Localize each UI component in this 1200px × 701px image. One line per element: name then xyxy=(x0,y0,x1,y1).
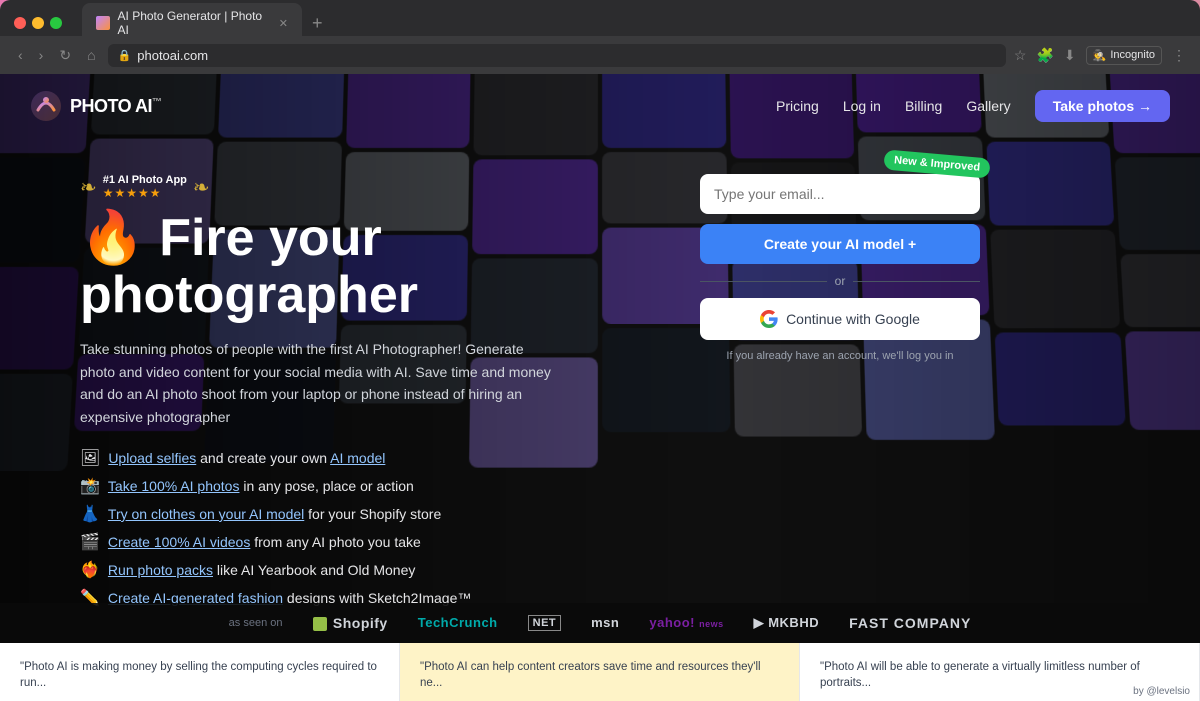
minimize-button[interactable] xyxy=(32,17,44,29)
award-badge: ❧ #1 AI Photo App ★★★★★ ❧ xyxy=(80,174,640,200)
feature-emoji: 👗 xyxy=(80,504,100,524)
feature-item: 🖼 Upload selfies and create your own AI … xyxy=(80,448,640,468)
feature-text: Run photo packs like AI Yearbook and Old… xyxy=(108,562,415,578)
incognito-icon: 🕵 xyxy=(1093,49,1107,62)
url-display: photoai.com xyxy=(137,48,208,63)
hero-left: ❧ #1 AI Photo App ★★★★★ ❧ 🔥 Fire your ph… xyxy=(80,164,640,608)
ai-photos-link[interactable]: Take 100% AI photos xyxy=(108,478,240,494)
active-tab[interactable]: AI Photo Generator | Photo AI ✕ xyxy=(82,3,302,43)
tab-close-icon[interactable]: ✕ xyxy=(279,17,288,30)
address-bar[interactable]: 🔒 photoai.com xyxy=(108,44,1006,67)
divider-line-left xyxy=(700,281,827,282)
as-seen-on-text: as seen on xyxy=(229,617,283,629)
feature-item: 📸 Take 100% AI photos in any pose, place… xyxy=(80,476,640,496)
new-tab-button[interactable]: + xyxy=(306,13,329,34)
login-link[interactable]: Log in xyxy=(843,98,881,114)
laurel-right-icon: ❧ xyxy=(193,175,210,200)
fastcompany-logo: FAST COMPANY xyxy=(849,615,971,631)
levelsio-badge: by @levelsio xyxy=(1133,686,1190,697)
feature-text: Try on clothes on your AI model for your… xyxy=(108,506,441,522)
signup-form: Create your AI model + or Continue with … xyxy=(700,174,980,362)
divider-text: or xyxy=(835,274,846,288)
testimonial-card-1: "Photo AI is making money by selling the… xyxy=(0,643,400,701)
divider: or xyxy=(700,274,980,288)
ai-videos-link[interactable]: Create 100% AI videos xyxy=(108,534,250,550)
msn-logo: msn xyxy=(591,615,619,630)
hero-right: New & Improved Create your AI model + or xyxy=(700,164,980,362)
incognito-label: Incognito xyxy=(1110,49,1155,61)
feature-emoji: 🎬 xyxy=(80,532,100,552)
feature-emoji: 🖼 xyxy=(80,448,100,468)
logo-text: PHOTO AI™ xyxy=(70,96,162,117)
email-input[interactable] xyxy=(700,174,980,214)
press-section: as seen on Shopify TechCrunch NET msn ya… xyxy=(0,603,1200,643)
take-photos-button[interactable]: Take photos → xyxy=(1035,90,1170,122)
photo-packs-link[interactable]: Run photo packs xyxy=(108,562,213,578)
testimonial-text-2: "Photo AI can help content creators save… xyxy=(420,659,779,691)
hero-subtitle: Take stunning photos of people with the … xyxy=(80,338,560,428)
forward-button[interactable]: › xyxy=(35,45,48,65)
feature-text: Create 100% AI videos from any AI photo … xyxy=(108,534,421,550)
google-btn-label: Continue with Google xyxy=(786,311,920,327)
pricing-link[interactable]: Pricing xyxy=(776,98,819,114)
site-content: PHOTO AI™ Pricing Log in Billing Gallery… xyxy=(0,74,1200,701)
google-icon xyxy=(760,310,778,328)
divider-line-right xyxy=(853,281,980,282)
feature-item: ❤️‍🔥 Run photo packs like AI Yearbook an… xyxy=(80,560,640,580)
gallery-link[interactable]: Gallery xyxy=(966,98,1010,114)
yahoo-logo: yahoo! news xyxy=(649,615,723,630)
feature-emoji: 📸 xyxy=(80,476,100,496)
nav-links: Pricing Log in Billing Gallery Take phot… xyxy=(776,90,1170,122)
logo-icon xyxy=(30,90,62,122)
bookmark-icon[interactable]: ☆ xyxy=(1014,47,1027,64)
upload-selfies-link[interactable]: Upload selfies xyxy=(108,450,196,466)
shopify-logo: Shopify xyxy=(313,615,388,631)
toolbar-actions: ☆ 🧩 ⬇ 🕵 Incognito ⋮ xyxy=(1014,46,1186,65)
incognito-badge: 🕵 Incognito xyxy=(1086,46,1162,65)
feature-item: 🎬 Create 100% AI videos from any AI phot… xyxy=(80,532,640,552)
hero-title: 🔥 Fire your photographer xyxy=(80,210,640,324)
tab-favicon xyxy=(96,16,110,30)
menu-icon[interactable]: ⋮ xyxy=(1172,47,1186,64)
lock-icon: 🔒 xyxy=(118,49,132,62)
tab-title: AI Photo Generator | Photo AI xyxy=(118,9,271,37)
feature-text: Upload selfies and create your own AI mo… xyxy=(108,450,385,466)
site-nav: PHOTO AI™ Pricing Log in Billing Gallery… xyxy=(0,74,1200,138)
browser-titlebar: AI Photo Generator | Photo AI ✕ + xyxy=(0,0,1200,36)
downloads-icon[interactable]: ⬇ xyxy=(1064,47,1076,64)
close-button[interactable] xyxy=(14,17,26,29)
feature-list: 🖼 Upload selfies and create your own AI … xyxy=(80,448,640,608)
testimonials-section: "Photo AI is making money by selling the… xyxy=(0,643,1200,701)
testimonial-text-1: "Photo AI is making money by selling the… xyxy=(20,659,379,691)
fullscreen-button[interactable] xyxy=(50,17,62,29)
traffic-lights xyxy=(14,17,62,29)
mkbhd-logo: ▶ MKBHD xyxy=(754,615,820,631)
feature-emoji: ❤️‍🔥 xyxy=(80,560,100,580)
ai-model-link[interactable]: AI model xyxy=(330,450,385,466)
award-text: #1 AI Photo App xyxy=(103,174,187,186)
reload-button[interactable]: ↻ xyxy=(55,45,75,66)
billing-link[interactable]: Billing xyxy=(905,98,942,114)
browser-chrome: AI Photo Generator | Photo AI ✕ + ‹ › ↻ … xyxy=(0,0,1200,74)
extensions-icon[interactable]: 🧩 xyxy=(1036,47,1053,64)
techcrunch-logo: TechCrunch xyxy=(418,615,498,630)
back-button[interactable]: ‹ xyxy=(14,45,27,65)
net-logo: NET xyxy=(528,615,562,631)
google-signin-button[interactable]: Continue with Google xyxy=(700,298,980,340)
try-clothes-link[interactable]: Try on clothes on your AI model xyxy=(108,506,304,522)
form-hint: If you already have an account, we'll lo… xyxy=(700,350,980,362)
tab-bar: AI Photo Generator | Photo AI ✕ + xyxy=(82,3,1186,43)
star-rating: ★★★★★ xyxy=(103,186,187,200)
testimonial-card-2: "Photo AI can help content creators save… xyxy=(400,643,800,701)
logo-area: PHOTO AI™ xyxy=(30,90,162,122)
testimonial-text-3: "Photo AI will be able to generate a vir… xyxy=(820,659,1179,691)
feature-item: 👗 Try on clothes on your AI model for yo… xyxy=(80,504,640,524)
home-button[interactable]: ⌂ xyxy=(83,45,99,65)
laurel-left-icon: ❧ xyxy=(80,175,97,200)
feature-text: Take 100% AI photos in any pose, place o… xyxy=(108,478,414,494)
create-model-button[interactable]: Create your AI model + xyxy=(700,224,980,264)
